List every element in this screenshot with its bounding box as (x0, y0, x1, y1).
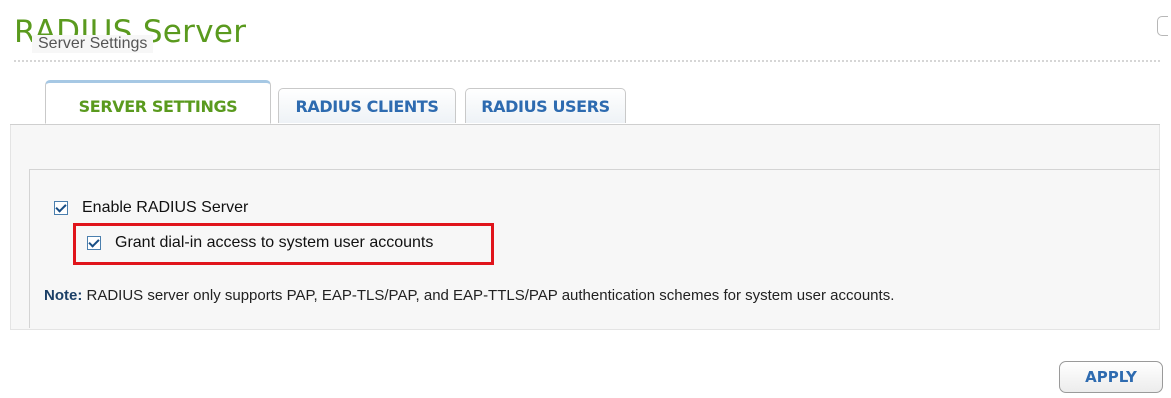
enable-radius-checkbox[interactable] (54, 201, 68, 215)
window-edge-icon (1157, 16, 1168, 36)
tab-server-settings[interactable]: SERVER SETTINGS (45, 80, 271, 124)
note-prefix: Note: (44, 287, 83, 304)
note-body: RADIUS server only supports PAP, EAP-TLS… (82, 287, 895, 304)
tab-radius-users[interactable]: RADIUS USERS (465, 88, 626, 123)
checkmark-icon (88, 236, 100, 248)
title-divider (14, 60, 1160, 62)
grant-dialin-checkbox[interactable] (87, 236, 101, 250)
checkmark-icon (55, 201, 67, 213)
enable-radius-label: Enable RADIUS Server (82, 199, 249, 216)
tab-bar: SERVER SETTINGS RADIUS CLIENTS RADIUS US… (10, 80, 1160, 125)
grant-dialin-row[interactable]: Grant dial-in access to system user acco… (87, 234, 433, 252)
tab-radius-clients[interactable]: RADIUS CLIENTS (278, 88, 456, 123)
server-settings-legend: Server Settings (32, 35, 154, 53)
enable-radius-row[interactable]: Enable RADIUS Server (54, 199, 248, 217)
note-text: Note: RADIUS server only supports PAP, E… (44, 287, 894, 304)
apply-button[interactable]: APPLY (1059, 361, 1163, 393)
grant-dialin-label: Grant dial-in access to system user acco… (115, 234, 434, 251)
